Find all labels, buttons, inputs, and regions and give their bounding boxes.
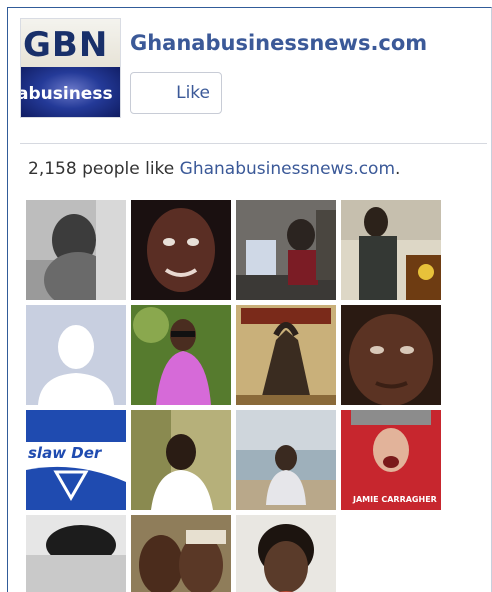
fan-photo-5[interactable] — [26, 305, 126, 405]
fan-photo-10[interactable] — [131, 410, 231, 510]
fan-grid: slaw Der JAMIE CARRAGHER — [26, 200, 446, 592]
page-header: GBN abusiness Ghanabusinessnews.com Like — [20, 18, 480, 123]
page-title-link[interactable]: Ghanabusinessnews.com — [130, 31, 427, 55]
svg-text:slaw Der: slaw Der — [28, 444, 103, 462]
like-count-text: 2,158 people like Ghanabusinessnews.com. — [28, 159, 401, 179]
logo-text: GBN — [23, 25, 109, 65]
page-link[interactable]: Ghanabusinessnews.com — [180, 159, 395, 179]
fan-photo-12[interactable]: JAMIE CARRAGHER — [341, 410, 441, 510]
fan-photo-3[interactable] — [236, 200, 336, 300]
fan-photo-9[interactable]: slaw Der — [26, 410, 126, 510]
fan-photo-2[interactable] — [131, 200, 231, 300]
fan-photo-8[interactable] — [341, 305, 441, 405]
fan-photo-1[interactable] — [26, 200, 126, 300]
page-logo[interactable]: GBN abusiness — [20, 18, 121, 118]
fan-photo-4[interactable] — [341, 200, 441, 300]
like-button[interactable]: Like — [130, 72, 222, 114]
fan-photo-14[interactable] — [131, 515, 231, 592]
fan-photo-11[interactable] — [236, 410, 336, 510]
fan-photo-15[interactable] — [236, 515, 336, 592]
divider — [20, 143, 487, 144]
fan-photo-13[interactable] — [26, 515, 126, 592]
svg-text:JAMIE CARRAGHER: JAMIE CARRAGHER — [352, 495, 437, 504]
fan-photo-6[interactable] — [131, 305, 231, 405]
fan-photo-7[interactable] — [236, 305, 336, 405]
logo-subtext: abusiness — [20, 84, 113, 104]
